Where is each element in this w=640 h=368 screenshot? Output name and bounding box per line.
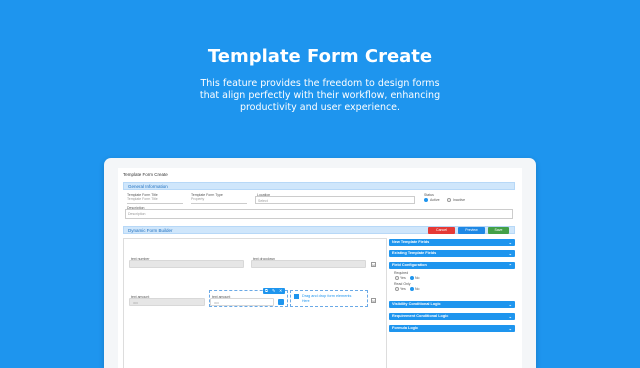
drop-hint-sub: Here xyxy=(302,299,310,303)
status-active-label: Active xyxy=(430,198,440,202)
preview-button[interactable]: Preview xyxy=(458,226,485,234)
text-dropdown-input[interactable] xyxy=(251,260,366,268)
accordion-formula-logic[interactable]: Formula Logic ⌄ xyxy=(389,325,515,332)
drop-hint: Drag and drop form elements xyxy=(302,294,352,298)
read-only-label: Read Only xyxy=(394,282,411,286)
hero-title: Template Form Create xyxy=(207,46,433,67)
required-no-radio[interactable] xyxy=(410,276,414,280)
chevron-down-icon: ⌄ xyxy=(508,251,512,256)
read-only-no-radio[interactable] xyxy=(410,287,414,291)
status-label: Status xyxy=(424,193,434,197)
form-builder-header: Dynamic Form Builder xyxy=(123,226,515,234)
chevron-down-icon: ⌄ xyxy=(508,240,512,245)
location-select[interactable]: Select xyxy=(255,196,415,204)
type-select[interactable]: Property xyxy=(191,196,247,204)
accordion-field-config-label: Field Configuration xyxy=(392,263,427,267)
copy-icon[interactable]: ⧉ xyxy=(265,288,268,294)
cancel-button-label: Cancel xyxy=(436,227,447,232)
chevron-down-icon: ⌄ xyxy=(508,302,512,307)
edit-icon[interactable]: ✎ xyxy=(272,288,275,294)
required-no-label: No xyxy=(415,276,420,280)
add-icon xyxy=(294,294,299,299)
save-button[interactable]: Save xyxy=(488,226,509,234)
text-amount-input-2[interactable]: 000 xyxy=(210,298,274,306)
preview-button-label: Preview xyxy=(465,227,478,232)
required-yes-label: Yes xyxy=(400,276,406,280)
read-only-yes-label: Yes xyxy=(400,287,406,291)
settings-icon[interactable] xyxy=(278,299,284,305)
chevron-down-icon: ⌄ xyxy=(508,326,512,331)
status-inactive-label: Inactive xyxy=(453,198,466,202)
required-yes-radio[interactable] xyxy=(395,276,399,280)
accordion-new-fields[interactable]: New Template Fields ⌄ xyxy=(389,239,515,246)
chevron-down-icon: ⌄ xyxy=(508,314,512,319)
delete-icon[interactable]: ⊟ xyxy=(371,262,376,267)
status-inactive-radio[interactable] xyxy=(447,198,451,202)
hero-subtitle: This feature provides the freedom to des… xyxy=(199,78,441,113)
accordion-formula-logic-label: Formula Logic xyxy=(392,326,419,330)
accordion-existing-fields[interactable]: Existing Template Fields ⌄ xyxy=(389,250,515,257)
page-title: Template Form Create xyxy=(123,172,168,177)
status-active-radio[interactable] xyxy=(424,198,428,202)
delete-icon-2[interactable]: ⊟ xyxy=(371,298,376,303)
text-number-input[interactable] xyxy=(129,260,244,268)
required-label: Required xyxy=(394,271,409,275)
accordion-requirement-logic[interactable]: Requirement Conditional Logic ⌄ xyxy=(389,313,515,320)
read-only-no-label: No xyxy=(415,287,420,291)
chevron-up-icon: ⌃ xyxy=(508,263,512,268)
accordion-requirement-logic-label: Requirement Conditional Logic xyxy=(392,314,449,318)
accordion-visibility-logic[interactable]: Visibility Conditional Logic ⌄ xyxy=(389,301,515,308)
accordion-new-fields-label: New Template Fields xyxy=(392,240,430,244)
field-toolbar: ⧉ ✎ ✕ xyxy=(263,288,285,294)
accordion-field-config[interactable]: Field Configuration ⌃ xyxy=(389,262,515,269)
trash-icon[interactable]: ✕ xyxy=(279,288,282,294)
app-screen: Template Form Create General Information… xyxy=(118,168,522,368)
text-amount-input-1[interactable]: 000 xyxy=(129,298,205,306)
drop-zone[interactable]: Drag and drop form elements Here xyxy=(290,290,368,307)
description-input[interactable]: Description xyxy=(125,209,513,219)
save-button-label: Save xyxy=(494,227,503,232)
general-info-header[interactable]: General Information xyxy=(123,182,515,190)
cancel-button[interactable]: Cancel xyxy=(428,226,455,234)
accordion-existing-fields-label: Existing Template Fields xyxy=(392,251,437,255)
accordion-visibility-logic-label: Visibility Conditional Logic xyxy=(392,302,441,306)
read-only-yes-radio[interactable] xyxy=(395,287,399,291)
title-input[interactable]: Template Form Title xyxy=(127,196,183,204)
